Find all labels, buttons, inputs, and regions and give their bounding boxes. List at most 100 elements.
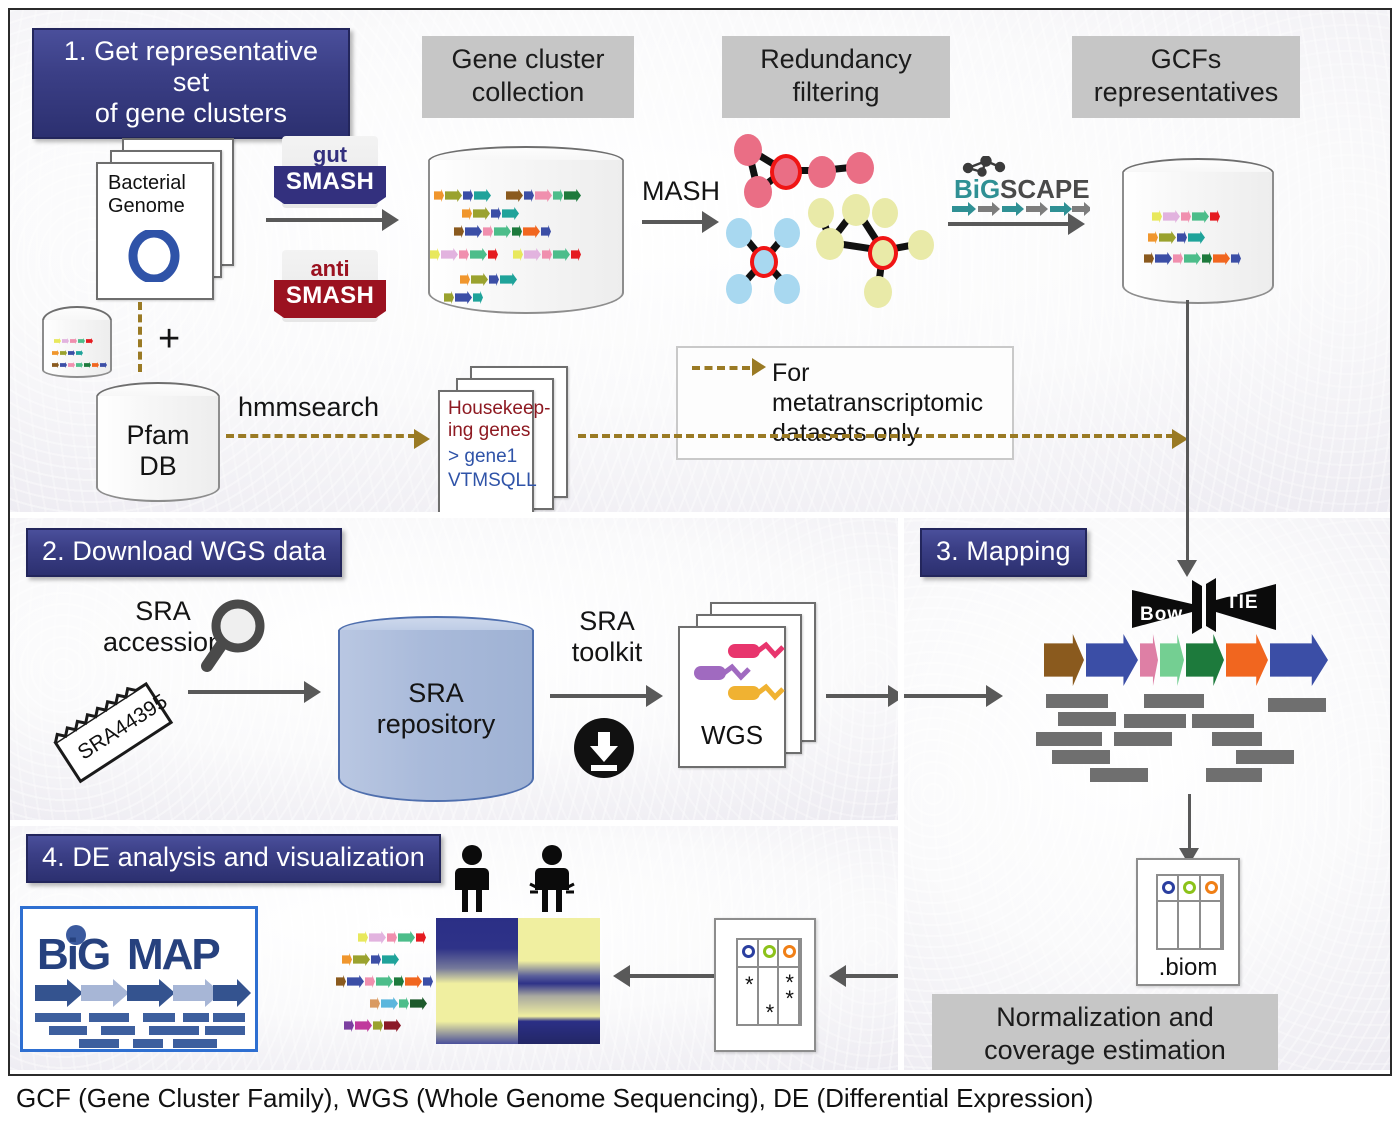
mapped-read	[1192, 714, 1254, 728]
redundancy-network	[716, 128, 966, 323]
network-node	[808, 198, 834, 228]
step-2-title: 2. Download WGS data	[26, 528, 343, 578]
network-node	[908, 230, 934, 260]
gene-arrow	[365, 975, 375, 988]
gene-arrow	[524, 248, 541, 261]
gene-cluster-row	[358, 931, 436, 944]
gene-arrow	[1044, 634, 1084, 686]
gene-arrow	[416, 931, 426, 944]
gene-arrow	[1181, 210, 1191, 223]
gene-arrow	[473, 291, 483, 304]
gene-arrow	[1163, 210, 1180, 223]
gene-arrow	[542, 248, 552, 261]
svg-text:MAP: MAP	[127, 930, 219, 979]
housekeeping-seq-header: > gene1	[448, 446, 518, 467]
network-node	[774, 274, 800, 304]
gene-arrow	[371, 953, 381, 966]
gene-cluster-row	[460, 273, 624, 286]
biom-col-1	[1158, 876, 1180, 948]
network-node	[846, 152, 874, 184]
mini-cluster-row-2	[52, 350, 84, 356]
bigscape-logo-graphic: BiG SCAPE	[952, 155, 1092, 216]
gene-arrow	[445, 189, 462, 202]
gene-arrow	[1148, 231, 1158, 244]
mapped-read	[1052, 750, 1110, 764]
gene-arrow	[76, 350, 83, 356]
network-node	[774, 218, 800, 248]
gene-cluster-row	[444, 291, 624, 304]
gene-arrow	[373, 1019, 383, 1032]
gene-arrow	[1210, 210, 1220, 223]
gene-arrow	[1140, 634, 1158, 686]
de-col-1: *	[738, 940, 759, 1024]
gene-arrow	[444, 291, 454, 304]
dashed-arrow-genes-to-mapping	[578, 429, 1188, 449]
gene-cluster-row	[342, 953, 436, 966]
gene-arrow	[455, 291, 472, 304]
gene-arrow	[500, 273, 517, 286]
biom-col-2	[1179, 876, 1201, 948]
biom-header-rule	[1158, 900, 1222, 902]
gene-arrow	[523, 225, 540, 238]
gene-arrow	[344, 1019, 354, 1032]
gene-arrow	[564, 189, 581, 202]
gene-cluster-row	[454, 225, 624, 238]
antismash-logo: anti SMASH	[274, 250, 386, 322]
small-gene-cluster-cylinder	[42, 306, 112, 378]
de-stats-card: * * * *	[714, 918, 816, 1052]
heatmap-gene-cluster-rows	[336, 922, 436, 1032]
gene-arrow	[1184, 252, 1201, 265]
gutsmash-logo: gut SMASH	[274, 136, 386, 208]
gene-arrow	[54, 338, 61, 344]
gene-arrow	[1213, 252, 1230, 265]
arrow-genome-to-collection	[266, 209, 399, 231]
svg-text:SCAPE: SCAPE	[1000, 174, 1090, 204]
mapping-operon	[1044, 634, 1330, 686]
gutsmash-prefix: gut	[312, 142, 348, 167]
gene-arrow	[441, 248, 458, 261]
gene-arrow	[434, 189, 444, 202]
gene-arrow	[1202, 252, 1212, 265]
gene-arrow	[1188, 231, 1205, 244]
metatranscriptomic-note: For metatranscriptomic datasets only	[676, 346, 1014, 460]
mapped-read	[1046, 694, 1108, 708]
arrow-repository-to-wgs	[550, 685, 663, 707]
gene-arrow	[52, 362, 59, 368]
gene-arrow	[1270, 634, 1328, 686]
significance-star: *	[765, 1000, 775, 1025]
gene-arrow	[84, 362, 91, 368]
bigmap-logo-box: BiG MAP	[20, 906, 258, 1052]
network-node	[726, 218, 752, 248]
gene-arrow	[405, 975, 422, 988]
gene-arrow	[68, 362, 75, 368]
bigscape-logo: BiG SCAPE	[942, 155, 1092, 218]
network-node	[864, 276, 892, 308]
panel-step-4: 4. DE analysis and visualization BiG MAP	[10, 826, 898, 1070]
ring-green-icon	[1183, 881, 1197, 894]
mapped-read	[1144, 694, 1204, 708]
healthy-person-icon	[455, 845, 489, 912]
dashed-connector-vertical	[138, 302, 142, 372]
gene-arrow	[489, 273, 499, 286]
gene-arrow	[553, 248, 570, 261]
dashed-arrow-pfam-to-genes	[226, 429, 430, 449]
gene-arrow	[100, 362, 107, 368]
gene-cluster-collection-cylinder	[428, 146, 624, 314]
panel-step-1: 1. Get representative set of gene cluste…	[10, 10, 1390, 512]
figure-caption: GCF (Gene Cluster Family), WGS (Whole Ge…	[16, 1083, 1094, 1113]
de-stats-mini-table: * * * *	[736, 938, 802, 1026]
gene-arrow	[1173, 252, 1183, 265]
mapped-read	[1236, 750, 1294, 764]
arrow-network-to-gcfs	[948, 213, 1085, 235]
step-3-title: 3. Mapping	[920, 528, 1087, 578]
arrow-accession-to-repository	[188, 681, 321, 703]
bowtie-logo: Bow TIE	[1132, 578, 1276, 634]
gene-arrow	[358, 931, 368, 944]
de-col-2: *	[759, 940, 780, 1024]
heatmap-column-healthy	[436, 918, 518, 1044]
plus-symbol: +	[158, 318, 181, 360]
gene-arrow	[399, 997, 409, 1010]
step-4-title: 4. DE analysis and visualization	[26, 834, 441, 884]
gene-arrow	[430, 248, 440, 261]
expression-heatmap	[436, 918, 600, 1044]
